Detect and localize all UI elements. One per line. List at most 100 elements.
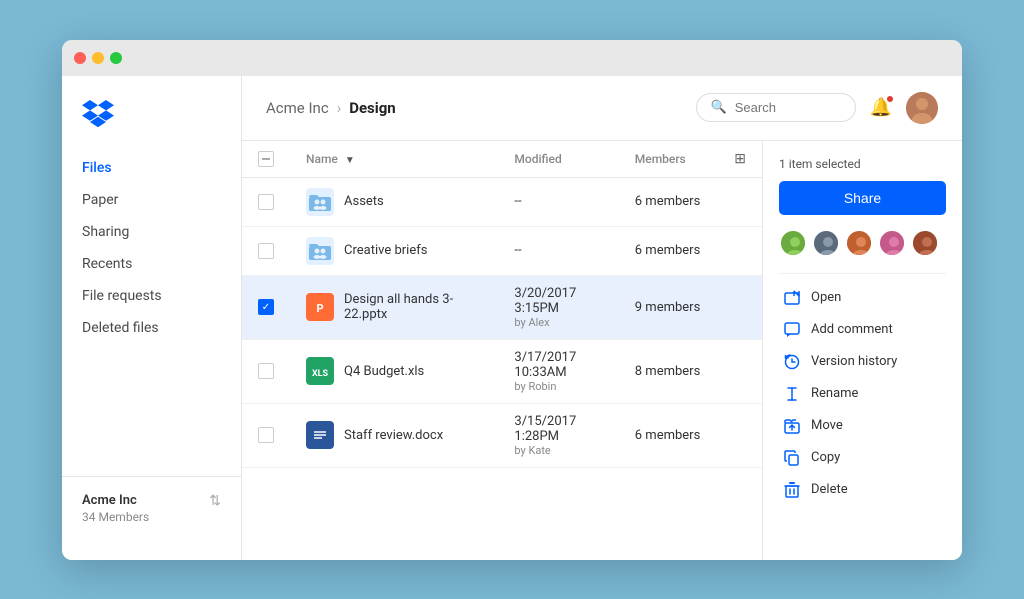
rename-svg-icon — [784, 386, 800, 402]
avatar-2 — [814, 231, 840, 257]
avatar-1 — [781, 231, 807, 257]
file-name-label: Creative briefs — [344, 243, 427, 258]
action-copy[interactable]: Copy — [779, 442, 946, 474]
main-content: Acme Inc › Design 🔍 🔔 — [242, 76, 962, 560]
dropbox-logo-icon — [82, 96, 114, 128]
folder-with-people-icon — [309, 193, 331, 211]
minimize-button[interactable] — [92, 52, 104, 64]
table-row[interactable]: Staff review.docx 3/15/2017 1:28PM by Ka… — [242, 403, 762, 467]
maximize-button[interactable] — [110, 52, 122, 64]
file-modified: 3/20/2017 3:15PM by Alex — [498, 275, 618, 339]
action-version-history[interactable]: Version history — [779, 346, 946, 378]
sidebar: Files Paper Sharing Recents File request… — [62, 76, 242, 560]
share-button[interactable]: Share — [779, 181, 946, 215]
member-avatars-list — [779, 229, 946, 257]
xls-file-icon: XLS — [309, 360, 331, 382]
file-modified: -- — [498, 226, 618, 275]
table-row[interactable]: XLS Q4 Budget.xls 3/17/2017 10:33AM by R… — [242, 339, 762, 403]
action-move[interactable]: Move — [779, 410, 946, 442]
copy-icon — [783, 449, 801, 467]
file-name-label: Q4 Budget.xls — [344, 364, 424, 379]
sidebar-item-recents[interactable]: Recents — [62, 248, 241, 280]
open-icon — [783, 289, 801, 307]
member-avatar — [812, 229, 840, 257]
member-avatar — [845, 229, 873, 257]
breadcrumb: Acme Inc › Design — [266, 99, 396, 117]
sort-arrow-icon: ▼ — [345, 155, 355, 166]
move-svg-icon — [784, 418, 800, 434]
grid-view-icon[interactable]: ⊞ — [734, 151, 746, 167]
action-add-comment-label: Add comment — [811, 322, 893, 337]
titlebar — [62, 40, 962, 76]
file-table-header: Name ▼ Modified Members ⊞ — [242, 141, 762, 178]
th-members: Members — [619, 141, 718, 178]
action-delete[interactable]: Delete — [779, 474, 946, 506]
folder-icon — [306, 237, 334, 265]
folder-icon — [306, 188, 334, 216]
folder-with-people-icon-2 — [309, 242, 331, 260]
docx-icon — [306, 421, 334, 449]
th-grid[interactable]: ⊞ — [718, 141, 762, 178]
file-modified: -- — [498, 177, 618, 226]
svg-text:P: P — [316, 302, 323, 315]
file-table-body: Assets -- 6 members — [242, 177, 762, 467]
select-all-checkbox[interactable] — [258, 151, 274, 167]
th-name[interactable]: Name ▼ — [290, 141, 498, 178]
org-name: Acme Inc — [82, 493, 221, 508]
row-checkbox[interactable] — [258, 363, 274, 379]
sidebar-footer-arrow-icon[interactable]: ⇅ — [209, 493, 221, 509]
svg-text:XLS: XLS — [312, 369, 329, 379]
right-panel: 1 item selected Share — [762, 141, 962, 560]
rename-icon — [783, 385, 801, 403]
search-box[interactable]: 🔍 — [696, 93, 856, 122]
pptx-icon: P — [306, 293, 334, 321]
avatar-5 — [913, 231, 939, 257]
table-row[interactable]: ✓ P — [242, 275, 762, 339]
row-checkbox[interactable] — [258, 243, 274, 259]
comment-svg-icon — [784, 322, 800, 338]
action-add-comment[interactable]: Add comment — [779, 314, 946, 346]
action-open[interactable]: Open — [779, 282, 946, 314]
notification-badge — [886, 95, 894, 103]
file-members: 6 members — [619, 226, 718, 275]
open-svg-icon — [784, 290, 800, 306]
file-modified: 3/17/2017 10:33AM by Robin — [498, 339, 618, 403]
member-avatar — [911, 229, 939, 257]
delete-svg-icon — [784, 482, 800, 498]
row-checkbox[interactable] — [258, 194, 274, 210]
sidebar-footer: ⇅ Acme Inc 34 Members — [62, 476, 241, 540]
action-open-label: Open — [811, 290, 841, 305]
file-members: 8 members — [619, 339, 718, 403]
file-name-cell: XLS Q4 Budget.xls — [290, 339, 498, 403]
th-modified[interactable]: Modified — [498, 141, 618, 178]
avatar-4 — [880, 231, 906, 257]
close-button[interactable] — [74, 52, 86, 64]
search-input[interactable] — [735, 100, 841, 115]
user-avatar[interactable] — [906, 92, 938, 124]
breadcrumb-current: Design — [349, 99, 396, 117]
member-avatar — [878, 229, 906, 257]
sidebar-item-file-requests[interactable]: File requests — [62, 280, 241, 312]
action-rename-label: Rename — [811, 386, 858, 401]
member-avatar — [779, 229, 807, 257]
sidebar-item-sharing[interactable]: Sharing — [62, 216, 241, 248]
table-row[interactable]: Creative briefs -- 6 members — [242, 226, 762, 275]
notification-button[interactable]: 🔔 — [870, 97, 892, 118]
app-window: Files Paper Sharing Recents File request… — [62, 40, 962, 560]
app-body: Files Paper Sharing Recents File request… — [62, 76, 962, 560]
docx-file-icon — [309, 424, 331, 446]
xls-icon: XLS — [306, 357, 334, 385]
breadcrumb-parent[interactable]: Acme Inc — [266, 99, 329, 117]
row-checkbox[interactable] — [258, 427, 274, 443]
action-rename[interactable]: Rename — [779, 378, 946, 410]
action-copy-label: Copy — [811, 450, 840, 465]
sidebar-item-deleted-files[interactable]: Deleted files — [62, 312, 241, 344]
sidebar-item-files[interactable]: Files — [62, 152, 241, 184]
row-checkbox[interactable]: ✓ — [258, 299, 274, 315]
table-row[interactable]: Assets -- 6 members — [242, 177, 762, 226]
th-checkbox — [242, 141, 290, 178]
move-icon — [783, 417, 801, 435]
header-right: 🔍 🔔 — [696, 92, 938, 124]
history-svg-icon — [784, 354, 800, 370]
sidebar-item-paper[interactable]: Paper — [62, 184, 241, 216]
